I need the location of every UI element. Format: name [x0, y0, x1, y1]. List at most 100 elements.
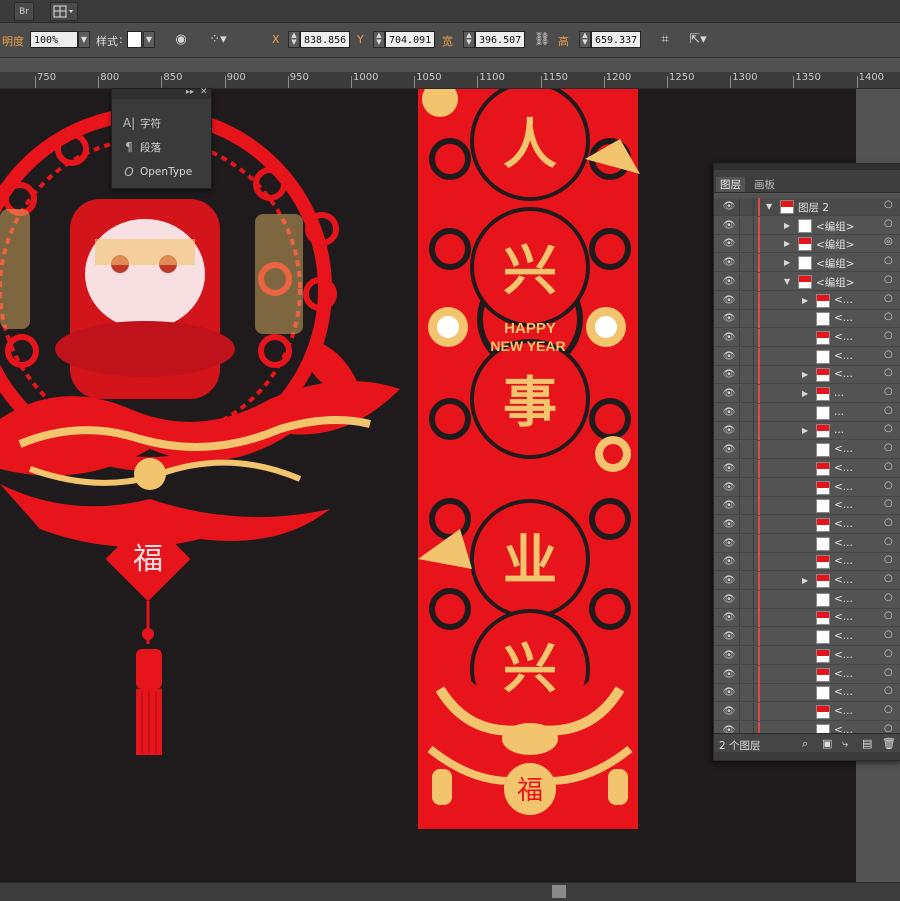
layer-row[interactable]: 👁 <... ○	[714, 497, 900, 516]
visibility-eye-icon[interactable]: 👁	[722, 668, 736, 682]
target-circle-icon[interactable]: ○	[884, 442, 893, 453]
layer-row[interactable]: 👁 <... ○	[714, 702, 900, 721]
visibility-eye-icon[interactable]: 👁	[722, 686, 736, 700]
expand-arrow-icon[interactable]: ▶	[802, 426, 808, 435]
lock-slot[interactable]	[753, 272, 754, 291]
target-circle-icon[interactable]: ○	[884, 554, 893, 565]
layer-name[interactable]: <...	[834, 294, 853, 306]
target-circle-icon[interactable]: ○	[884, 667, 893, 678]
lock-slot[interactable]	[753, 216, 754, 235]
target-circle-icon[interactable]: ○	[884, 293, 893, 304]
lock-slot[interactable]	[753, 459, 754, 478]
target-circle-icon[interactable]: ○	[884, 423, 893, 434]
target-circle-icon[interactable]: ○	[884, 461, 893, 472]
expand-arrow-icon[interactable]: ▶	[802, 389, 808, 398]
visibility-eye-icon[interactable]: 👁	[722, 406, 736, 420]
tab-artboards[interactable]: 画板	[750, 177, 779, 192]
panel-item-character[interactable]: A| 字符	[112, 111, 211, 135]
visibility-eye-icon[interactable]: 👁	[722, 443, 736, 457]
layer-row[interactable]: 👁 <... ○	[714, 665, 900, 684]
lock-slot[interactable]	[753, 553, 754, 572]
lock-slot[interactable]	[753, 422, 754, 441]
new-layer-icon[interactable]: ▤	[862, 737, 872, 750]
layer-name[interactable]: ...	[834, 387, 844, 399]
visibility-eye-icon[interactable]: 👁	[722, 368, 736, 382]
layer-name[interactable]: <...	[834, 537, 853, 549]
layer-row[interactable]: 👁 <... ○	[714, 553, 900, 572]
lock-slot[interactable]	[753, 534, 754, 553]
target-circle-icon[interactable]: ○	[884, 311, 893, 322]
layer-row[interactable]: 👁 <... ○	[714, 347, 900, 366]
opacity-dropdown-icon[interactable]: ▼	[78, 31, 90, 48]
layer-name[interactable]: <...	[834, 630, 853, 642]
close-icon[interactable]: ✕	[200, 87, 208, 97]
layer-name[interactable]: <...	[834, 705, 853, 717]
visibility-eye-icon[interactable]: 👁	[722, 537, 736, 551]
y-stepper-icon[interactable]: ▲ ▼	[373, 31, 385, 48]
layer-name[interactable]: <...	[834, 499, 853, 511]
layer-row[interactable]: 👁 <... ○	[714, 310, 900, 329]
lock-slot[interactable]	[753, 310, 754, 329]
x-field[interactable]: 838.856	[300, 31, 350, 48]
collapse-arrow-icon[interactable]: ▼	[766, 202, 772, 211]
layer-row[interactable]: 👁 <... ○	[714, 534, 900, 553]
layer-name[interactable]: <...	[834, 350, 853, 362]
lock-slot[interactable]	[753, 572, 754, 590]
clipping-mask-icon[interactable]: ▣	[822, 737, 832, 750]
lock-slot[interactable]	[753, 478, 754, 497]
lock-slot[interactable]	[753, 198, 754, 216]
layer-row[interactable]: 👁 <... ○	[714, 459, 900, 478]
expand-arrow-icon[interactable]: ▶	[784, 258, 790, 267]
arrange-documents-button[interactable]	[50, 2, 78, 21]
layer-name[interactable]: <编组>	[816, 237, 855, 252]
layer-name[interactable]: 图层 2	[798, 200, 829, 215]
horizontal-scrollbar[interactable]	[0, 882, 900, 901]
layer-row[interactable]: 👁 ▶ <编组> ○	[714, 216, 900, 235]
panel-item-paragraph[interactable]: ¶ 段落	[112, 135, 211, 159]
visibility-eye-icon[interactable]: 👁	[722, 555, 736, 569]
target-circle-icon[interactable]: ○	[884, 218, 893, 229]
lock-slot[interactable]	[753, 590, 754, 609]
lock-slot[interactable]	[753, 403, 754, 422]
layer-row[interactable]: 👁 <... ○	[714, 590, 900, 609]
layer-name[interactable]: <...	[834, 593, 853, 605]
visibility-eye-icon[interactable]: 👁	[722, 611, 736, 625]
couplet-artwork[interactable]: 人 兴 事 业 兴 HAPPY NEW YEAR 福	[410, 89, 650, 834]
delete-layer-icon[interactable]: 🗑	[882, 737, 896, 750]
layer-row[interactable]: 👁 ▶ <编组> ◎	[714, 235, 900, 254]
lock-slot[interactable]	[753, 235, 754, 254]
target-circle-icon[interactable]: ○	[884, 386, 893, 397]
character-panel-titlebar[interactable]: ▸▸ ✕	[112, 87, 211, 99]
layer-name[interactable]: <编组>	[816, 275, 855, 290]
width-field[interactable]: 396.507	[475, 31, 525, 48]
layer-row[interactable]: 👁... ○	[714, 403, 900, 422]
layer-name[interactable]: <...	[834, 649, 853, 661]
target-circle-icon[interactable]: ○	[884, 498, 893, 509]
target-circle-icon[interactable]: ○	[884, 274, 893, 285]
layer-name[interactable]: <...	[834, 518, 853, 530]
scrollbar-thumb[interactable]	[552, 885, 566, 898]
layers-panel-grip[interactable]	[714, 164, 900, 170]
layer-name[interactable]: <...	[834, 611, 853, 623]
collapse-arrow-icon[interactable]: ▼	[784, 277, 790, 286]
layer-row[interactable]: 👁 <... ○	[714, 684, 900, 703]
visibility-eye-icon[interactable]: 👁	[722, 312, 736, 326]
visibility-eye-icon[interactable]: 👁	[722, 518, 736, 532]
visibility-eye-icon[interactable]: 👁	[722, 237, 736, 251]
layer-row[interactable]: 👁 <... ○	[714, 478, 900, 497]
visibility-eye-icon[interactable]: 👁	[722, 593, 736, 607]
layer-row[interactable]: 👁 <... ○	[714, 328, 900, 347]
target-circle-icon[interactable]: ○	[884, 704, 893, 715]
layer-row[interactable]: 👁 <... ○	[714, 646, 900, 665]
visibility-eye-icon[interactable]: 👁	[722, 462, 736, 476]
layer-name[interactable]: <...	[834, 481, 853, 493]
lock-slot[interactable]	[753, 702, 754, 721]
layer-name[interactable]: <...	[834, 686, 853, 698]
visibility-eye-icon[interactable]: 👁	[722, 350, 736, 364]
target-circle-icon[interactable]: ○	[884, 480, 893, 491]
visibility-eye-icon[interactable]: 👁	[722, 275, 736, 289]
visibility-eye-icon[interactable]: 👁	[722, 705, 736, 719]
height-field[interactable]: 659.337	[591, 31, 641, 48]
visibility-eye-icon[interactable]: 👁	[722, 649, 736, 663]
target-circle-icon[interactable]: ○	[884, 573, 893, 584]
